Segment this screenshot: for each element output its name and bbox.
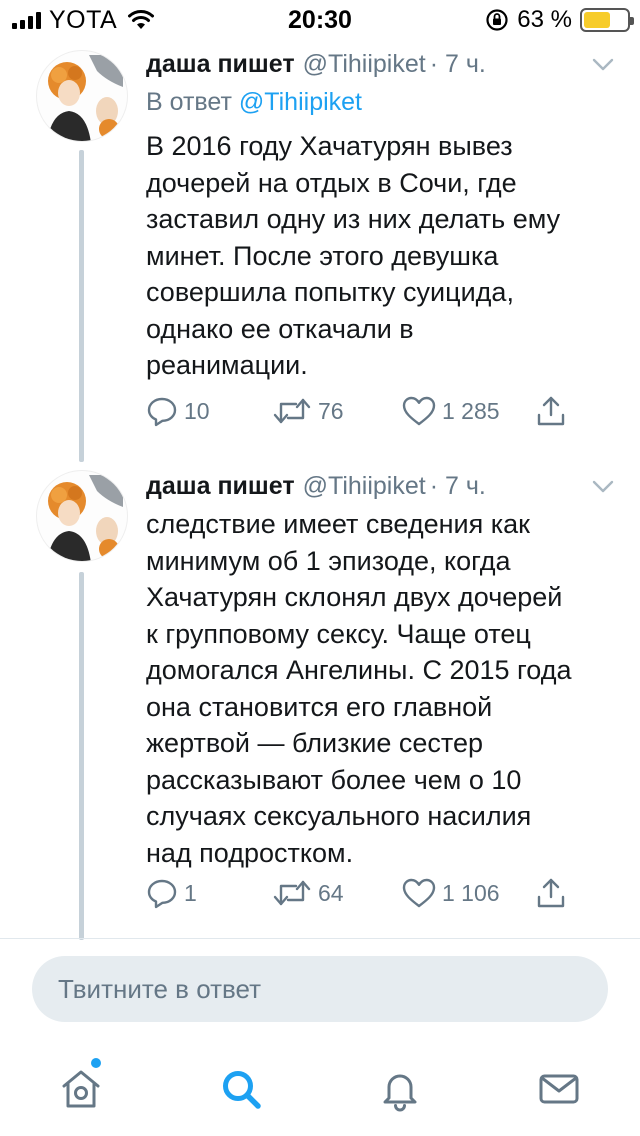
author-name[interactable]: даша пишет <box>146 50 295 79</box>
reply-input[interactable] <box>32 956 608 1022</box>
chevron-down-icon[interactable] <box>592 480 614 494</box>
tweet[interactable]: даша пишет @Tihiipiket · 7 ч. следствие … <box>0 460 640 940</box>
retweet-count: 64 <box>318 879 344 906</box>
like-button[interactable]: 1 285 <box>402 394 500 428</box>
like-count: 1 285 <box>442 397 500 424</box>
share-button[interactable] <box>536 876 566 910</box>
tweet-header: даша пишет @Tihiipiket · 7 ч. <box>146 470 620 502</box>
avatar[interactable] <box>36 470 128 562</box>
thread-line <box>79 150 84 462</box>
search-icon <box>223 1071 261 1109</box>
tab-home[interactable] <box>56 1064 106 1114</box>
reply-icon <box>147 879 177 909</box>
retweet-button[interactable]: 64 <box>272 876 344 910</box>
tab-search[interactable] <box>216 1064 266 1114</box>
tweet-time: · 7 ч. <box>429 49 486 78</box>
like-count: 1 106 <box>442 879 500 906</box>
tweet-text: следствие имеет сведения как минимум об … <box>146 509 572 868</box>
home-icon <box>62 1070 100 1108</box>
retweet-button[interactable]: 76 <box>272 394 344 428</box>
reply-to: В ответ @Tihiipiket <box>146 88 362 117</box>
tweet[interactable]: даша пишет @Tihiipiket · 7 ч. В ответ @T… <box>0 0 640 462</box>
like-button[interactable]: 1 106 <box>402 876 500 910</box>
tab-notifications[interactable] <box>375 1064 425 1114</box>
author-name[interactable]: даша пишет <box>146 472 295 501</box>
author-handle[interactable]: @Tihiipiket <box>303 472 426 501</box>
tweet-text: В 2016 году Хачатурян вывез дочерей на о… <box>146 131 561 380</box>
chevron-down-icon[interactable] <box>592 58 614 72</box>
reply-to-handle[interactable]: @Tihiipiket <box>239 88 362 116</box>
tab-bar <box>0 1040 640 1136</box>
share-icon <box>537 878 565 908</box>
share-icon <box>537 396 565 426</box>
tweet-header: даша пишет @Tihiipiket · 7 ч. <box>146 48 620 80</box>
avatar[interactable] <box>36 50 128 142</box>
heart-icon <box>402 396 436 426</box>
tweet-actions: 10 76 1 285 <box>146 394 600 428</box>
reply-count: 1 <box>184 879 197 906</box>
retweet-count: 76 <box>318 397 344 424</box>
reply-count: 10 <box>184 397 210 424</box>
messages-icon <box>539 1074 579 1104</box>
notifications-icon <box>383 1074 417 1112</box>
thread-line <box>79 572 84 940</box>
tweet-actions: 1 64 1 106 <box>146 876 600 910</box>
reply-button[interactable]: 1 <box>146 876 197 910</box>
notification-dot <box>91 1058 101 1068</box>
tab-messages[interactable] <box>534 1064 584 1114</box>
heart-icon <box>402 878 436 908</box>
retweet-icon <box>273 880 311 906</box>
share-button[interactable] <box>536 394 566 428</box>
reply-icon <box>147 397 177 427</box>
reply-to-prefix: В ответ <box>146 88 239 116</box>
retweet-icon <box>273 398 311 424</box>
author-handle[interactable]: @Tihiipiket <box>303 50 426 79</box>
composer-divider <box>0 938 640 939</box>
reply-button[interactable]: 10 <box>146 394 210 428</box>
tweet-time: · 7 ч. <box>429 471 486 500</box>
